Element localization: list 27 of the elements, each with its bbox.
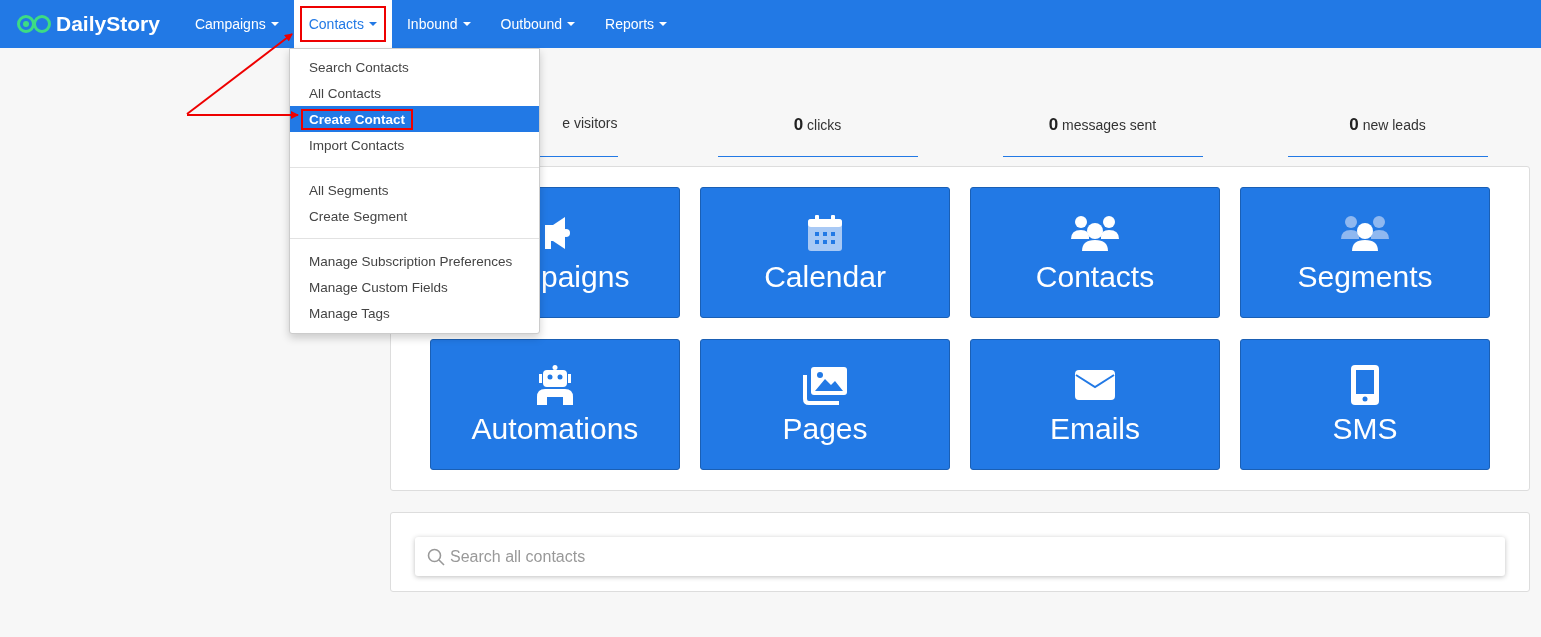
tile-button[interactable]: Emails [970,339,1220,470]
calendar-icon [805,212,845,253]
tile-button[interactable]: Contacts [970,187,1220,318]
search-icon [427,548,445,566]
nav-item[interactable]: Reports [590,0,683,48]
tile-button[interactable]: Automations [430,339,680,470]
tile-button[interactable]: Pages [700,339,950,470]
stat-text: 0 new leads [1287,115,1488,157]
logo-icon [16,14,52,34]
nav-item[interactable]: Outbound [485,0,591,48]
phone-icon [1351,364,1379,405]
menu-item[interactable]: Create Contact [290,106,539,132]
search-field[interactable]: Search all contacts [415,537,1505,576]
nav-item[interactable]: Inbound [391,0,486,48]
tile-button[interactable]: Segments [1240,187,1490,318]
tile-button[interactable]: Calendar [700,187,950,318]
brand-name: DailyStory [56,12,160,36]
tile-button[interactable]: SMS [1240,339,1490,470]
envelope-icon [1074,368,1116,401]
robot-icon [535,364,575,405]
images-icon [801,364,849,405]
stat-text: 0 clicks [717,115,918,157]
stat-text: 0 messages sent [1002,115,1203,157]
nav-item[interactable]: Campaigns [179,0,294,48]
menu-item[interactable]: Search Contacts [290,54,539,80]
menu-item[interactable]: All Contacts [290,80,539,106]
nav-item[interactable]: Contacts [293,0,392,48]
